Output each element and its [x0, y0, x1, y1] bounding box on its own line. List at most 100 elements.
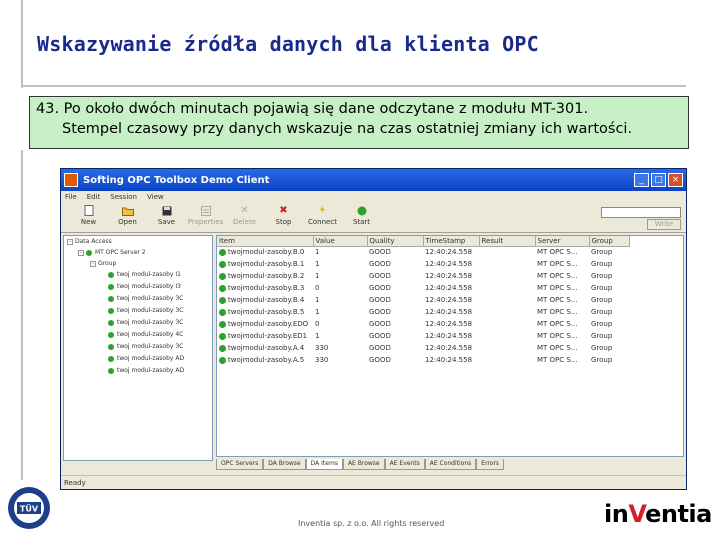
tab-da-items[interactable]: DA Items [305, 459, 343, 470]
cell-timestamp: 12:40:24.558 [425, 260, 473, 268]
start-button[interactable]: Start [342, 205, 381, 226]
cell-value: 1 [315, 308, 320, 316]
cell-item: twojmodul-zasoby.A.4 [228, 344, 305, 352]
table-row[interactable]: twojmodul-zasoby.A.4 330 GOOD 12:40:24.558 M… [217, 342, 629, 354]
collapse-icon[interactable]: - [67, 238, 73, 245]
col-result[interactable]: Result [479, 236, 536, 247]
table-row[interactable]: twojmodul-zasoby.B.1 1 GOOD 12:40:24.558 MT … [217, 258, 629, 270]
connect-button[interactable]: ✦ Connect [303, 205, 342, 226]
tree-item[interactable]: twoj modul-zasoby 3C [108, 343, 183, 350]
table-row[interactable]: twojmodul-zasoby.B.2 1 GOOD 12:40:24.558 MT … [217, 270, 629, 282]
tab-ae-conditions[interactable]: AE Conditions [424, 459, 477, 470]
open-button[interactable]: Open [108, 205, 147, 226]
col-group[interactable]: Group [589, 236, 630, 247]
properties-button[interactable]: Properties [186, 205, 225, 226]
window-titlebar[interactable]: Softing OPC Toolbox Demo Client _ □ × [61, 169, 686, 191]
item-icon [219, 344, 226, 352]
delete-icon: ✕ [240, 205, 249, 216]
cell-item: twojmodul-zasoby.B.0 [228, 248, 305, 257]
tab-ae-browse[interactable]: AE Browse [342, 459, 385, 470]
properties-icon [200, 205, 212, 216]
tree-item[interactable]: twoj modul-zasoby 3C [108, 319, 183, 326]
item-icon [219, 308, 226, 316]
save-button[interactable]: Save [147, 205, 186, 226]
open-label: Open [118, 218, 137, 226]
table-row[interactable]: twojmodul-zasoby.B.3 0 GOOD 12:40:24.558 MT … [217, 282, 629, 294]
logo-v: V [628, 500, 646, 528]
menu-session[interactable]: Session [110, 193, 137, 201]
cell-result [479, 330, 535, 342]
cell-value: 1 [315, 260, 320, 268]
tab-errors[interactable]: Errors [476, 459, 505, 470]
tree-item[interactable]: twoj modul-zasoby I1 [108, 271, 181, 278]
tree-item[interactable]: twoj modul-zasoby I3 [108, 283, 181, 290]
server-icon [86, 249, 92, 256]
collapse-icon[interactable]: - [90, 260, 96, 267]
maximize-icon[interactable]: □ [651, 173, 666, 187]
tree-item[interactable]: twoj modul-zasoby 3C [108, 295, 183, 302]
slide-title: Wskazywanie źródła danych dla klienta OP… [37, 32, 539, 56]
col-quality[interactable]: Quality [367, 236, 424, 247]
tab-da-browse[interactable]: DA Browse [263, 459, 306, 470]
tab-opc-servers[interactable]: OPC Servers [216, 459, 264, 470]
tree-item-label: twoj modul-zasoby I1 [117, 271, 181, 278]
new-icon [83, 205, 95, 216]
menu-bar: File Edit Session View [61, 191, 686, 203]
cell-quality: GOOD [369, 284, 391, 292]
tree-server[interactable]: - MT OPC Server 2 [78, 249, 146, 256]
divider-horizontal [21, 85, 686, 87]
write-value-input[interactable] [601, 207, 681, 218]
item-icon [219, 356, 226, 364]
tree-item[interactable]: twoj modul-zasoby AD [108, 367, 184, 374]
tree-item[interactable]: twoj modul-zasoby 4C [108, 331, 183, 338]
minimize-icon[interactable]: _ [634, 173, 649, 187]
delete-button[interactable]: ✕ Delete [225, 205, 264, 226]
status-bar: Ready [61, 475, 686, 489]
cell-item: twojmodul-zasoby.A.5 [228, 356, 305, 364]
col-server[interactable]: Server [535, 236, 590, 247]
cell-result [479, 306, 535, 318]
connect-icon: ✦ [318, 205, 327, 216]
cell-server: MT OPC S... [537, 344, 578, 352]
table-row[interactable]: twojmodul-zasoby.EDO 0 GOOD 12:40:24.558 MT … [217, 318, 629, 330]
cell-server: MT OPC S... [537, 248, 578, 257]
collapse-icon[interactable]: - [78, 249, 84, 256]
tree-group[interactable]: - Group [90, 260, 116, 267]
cell-group: Group [591, 296, 613, 304]
properties-label: Properties [187, 218, 224, 226]
col-timestamp[interactable]: TimeStamp [423, 236, 480, 247]
cell-group: Group [591, 356, 613, 364]
cell-timestamp: 12:40:24.558 [425, 356, 473, 364]
item-icon [108, 319, 114, 326]
table-row[interactable]: twojmodul-zasoby.B.5 1 GOOD 12:40:24.558 MT … [217, 306, 629, 318]
table-row[interactable]: twojmodul-zasoby.B.0 1 GOOD 12:40:24.558 MT … [217, 246, 629, 258]
cell-quality: GOOD [369, 296, 391, 304]
item-icon [108, 343, 114, 350]
stop-label: Stop [275, 218, 292, 226]
cell-server: MT OPC S... [537, 356, 578, 364]
stop-button[interactable]: ✖ Stop [264, 205, 303, 226]
logo-suffix: entia [645, 500, 712, 528]
tree-item-label: twoj modul-zasoby AD [117, 355, 185, 362]
tree-item[interactable]: twoj modul-zasoby 3C [108, 307, 183, 314]
item-icon [108, 355, 114, 362]
close-icon[interactable]: × [668, 173, 683, 187]
write-button[interactable]: Write [647, 219, 681, 230]
menu-edit[interactable]: Edit [87, 193, 101, 201]
tree-root-label: Data Access [75, 238, 112, 245]
col-value[interactable]: Value [313, 236, 368, 247]
new-button[interactable]: New [69, 205, 108, 226]
table-row[interactable]: twojmodul-zasoby.B.4 1 GOOD 12:40:24.558 MT … [217, 294, 629, 306]
col-item[interactable]: Item [217, 236, 314, 247]
tree-root[interactable]: - Data Access [67, 238, 112, 245]
table-row[interactable]: twojmodul-zasoby.ED1 1 GOOD 12:40:24.558 MT … [217, 330, 629, 342]
divider-vertical [21, 0, 23, 88]
menu-file[interactable]: File [65, 193, 77, 201]
table-row[interactable]: twojmodul-zasoby.A.5 330 GOOD 12:40:24.558 M… [217, 354, 629, 366]
tab-ae-events[interactable]: AE Events [384, 459, 425, 470]
cell-quality: GOOD [369, 260, 391, 268]
item-icon [219, 284, 226, 292]
tree-item[interactable]: twoj modul-zasoby AD [108, 355, 184, 362]
opc-client-window: Softing OPC Toolbox Demo Client _ □ × Fi… [60, 168, 687, 490]
menu-view[interactable]: View [147, 193, 164, 201]
